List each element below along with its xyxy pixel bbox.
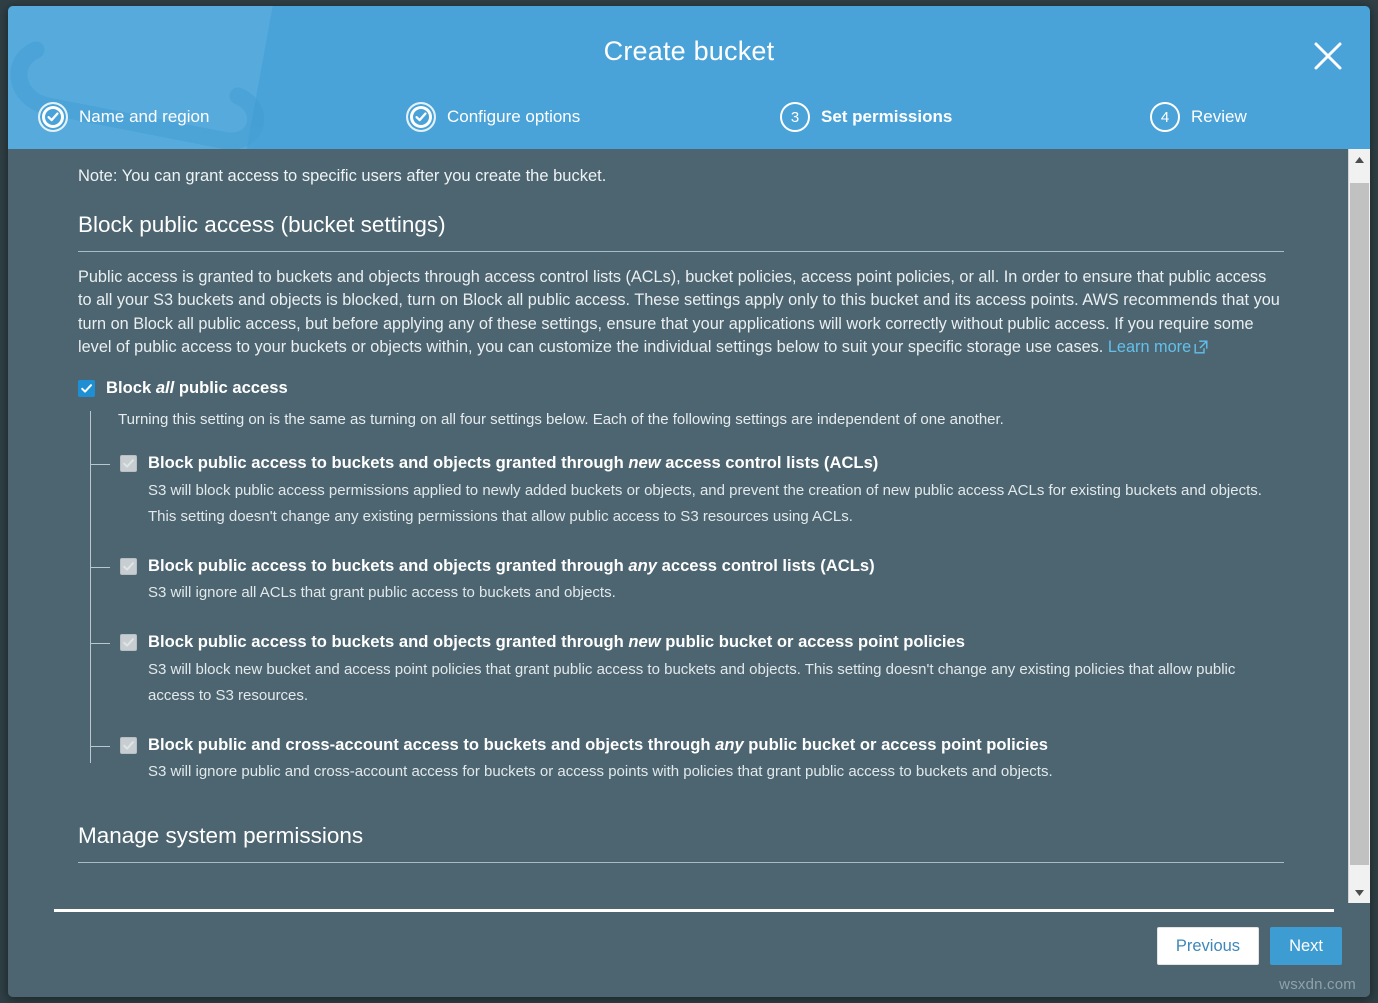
- step-indicator: Name and region Configure options 3 Set …: [8, 102, 1370, 146]
- grant-access-note: Note: You can grant access to specific u…: [78, 167, 607, 185]
- block-all-public-access-row: Block all public access: [78, 378, 1284, 399]
- modal-body: Note: You can grant access to specific u…: [8, 149, 1370, 907]
- sub-setting-label: Block public and cross-account access to…: [148, 735, 1048, 756]
- block-new-acls-checkbox[interactable]: [120, 455, 137, 473]
- label-part: public access: [174, 378, 288, 398]
- check-circle-icon: [406, 102, 436, 132]
- block-any-policies-checkbox[interactable]: [120, 736, 137, 754]
- sub-settings-tree: Turning this setting on is the same as t…: [78, 409, 1284, 785]
- sub-setting-row: Block public and cross-account access to…: [120, 735, 1284, 756]
- check-icon: [123, 638, 134, 647]
- page-title: Create bucket: [603, 36, 775, 66]
- block-any-acls-checkbox[interactable]: [120, 557, 137, 575]
- label-part: Block: [106, 378, 156, 398]
- sub-setting-row: Block public access to buckets and objec…: [120, 453, 1284, 474]
- check-icon: [123, 561, 134, 571]
- sub-setting-any-policies: Block public and cross-account access to…: [90, 735, 1284, 786]
- sub-setting-row: Block public access to buckets and objec…: [120, 632, 1284, 653]
- step-set-permissions[interactable]: 3 Set permissions: [780, 102, 952, 132]
- site-watermark: wsxdn.com: [1279, 976, 1356, 993]
- label-part: Block public and cross-account access to…: [148, 734, 716, 754]
- label-emphasis: any: [628, 555, 657, 575]
- sub-setting-new-acls: Block public access to buckets and objec…: [90, 453, 1284, 529]
- scroll-up-icon[interactable]: [1349, 149, 1370, 170]
- next-button[interactable]: Next: [1270, 927, 1342, 966]
- check-icon: [123, 459, 134, 469]
- label-emphasis: all: [155, 378, 175, 398]
- sub-setting-description: S3 will block public access permissions …: [148, 482, 1262, 525]
- intro-text: Public access is granted to buckets and …: [78, 268, 1280, 356]
- step-number-badge: 4: [1150, 102, 1180, 132]
- label-emphasis: new: [628, 453, 661, 473]
- check-circle-icon: [38, 102, 68, 132]
- label-part: access control lists (ACLs): [657, 555, 875, 575]
- step-label: Set permissions: [821, 107, 953, 126]
- step-label: Name and region: [79, 107, 210, 126]
- label-part: public bucket or access point policies: [660, 632, 965, 652]
- modal-footer: Previous Next wsxdn.com: [8, 907, 1370, 997]
- sub-setting-any-acls: Block public access to buckets and objec…: [90, 556, 1284, 607]
- label-part: public bucket or access point policies: [743, 734, 1048, 754]
- step-review[interactable]: 4 Review: [1150, 102, 1247, 132]
- tree-branch: [90, 464, 110, 466]
- sub-setting-row: Block public access to buckets and objec…: [120, 556, 1284, 577]
- label-emphasis: any: [715, 734, 744, 754]
- block-new-policies-checkbox[interactable]: [120, 634, 137, 652]
- block-all-public-access-label: Block all public access: [106, 378, 288, 399]
- close-icon[interactable]: [1308, 36, 1348, 76]
- label-part: Block public access to buckets and objec…: [148, 555, 629, 575]
- sub-setting-label: Block public access to buckets and objec…: [148, 556, 875, 577]
- step-number-badge: 3: [780, 102, 810, 132]
- learn-more-label: Learn more: [1107, 337, 1192, 356]
- sub-setting-new-policies: Block public access to buckets and objec…: [90, 632, 1284, 708]
- sub-setting-label: Block public access to buckets and objec…: [148, 632, 965, 653]
- sub-setting-label: Block public access to buckets and objec…: [148, 453, 878, 474]
- sub-setting-description: S3 will ignore public and cross-account …: [148, 763, 1053, 781]
- tree-branch: [90, 566, 110, 568]
- heading-divider: [78, 862, 1284, 864]
- scroll-content: Note: You can grant access to specific u…: [8, 149, 1336, 907]
- step-configure-options[interactable]: Configure options: [406, 102, 580, 132]
- modal-header: Create bucket Name and region Configure …: [8, 6, 1370, 149]
- external-link-icon: [1194, 340, 1208, 354]
- sub-setting-description: S3 will ignore all ACLs that grant publi…: [148, 584, 616, 602]
- step-label: Configure options: [447, 107, 581, 126]
- label-emphasis: new: [628, 632, 661, 652]
- create-bucket-modal: Create bucket Name and region Configure …: [8, 6, 1370, 997]
- block-all-public-access-checkbox[interactable]: [78, 380, 95, 398]
- block-public-access-description: Public access is granted to buckets and …: [78, 266, 1284, 359]
- label-part: Block public access to buckets and objec…: [148, 632, 629, 652]
- learn-more-link[interactable]: Learn more: [1108, 338, 1208, 356]
- tree-branch: [90, 643, 110, 645]
- manage-system-permissions-heading: Manage system permissions: [78, 823, 364, 849]
- heading-divider: [78, 251, 1284, 252]
- block-public-access-heading: Block public access (bucket settings): [78, 212, 446, 237]
- footer-actions: Previous Next: [1156, 927, 1342, 966]
- label-part: Block public access to buckets and objec…: [148, 453, 629, 473]
- tree-branch: [90, 745, 110, 747]
- footer-divider: [54, 909, 1334, 912]
- vertical-scrollbar[interactable]: [1348, 149, 1370, 903]
- scrollbar-thumb[interactable]: [1350, 183, 1369, 865]
- check-icon: [123, 740, 134, 750]
- scroll-down-icon[interactable]: [1349, 882, 1370, 903]
- step-label: Review: [1191, 107, 1247, 126]
- previous-button[interactable]: Previous: [1156, 927, 1260, 966]
- label-part: access control lists (ACLs): [660, 453, 879, 473]
- step-name-and-region[interactable]: Name and region: [38, 102, 209, 132]
- check-icon: [81, 384, 92, 393]
- block-all-hint: Turning this setting on is the same as t…: [118, 410, 1004, 428]
- sub-setting-description: S3 will block new bucket and access poin…: [148, 661, 1236, 704]
